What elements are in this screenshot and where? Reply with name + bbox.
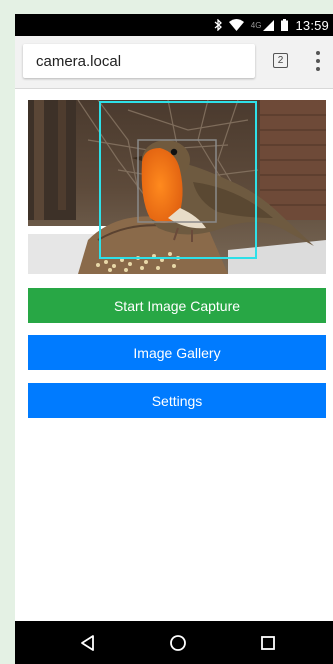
system-nav-bar (15, 621, 333, 664)
network-type-label: 4G (250, 20, 262, 30)
back-icon[interactable] (74, 629, 102, 657)
camera-preview-image (28, 100, 326, 274)
camera-preview (28, 100, 326, 274)
home-icon[interactable] (164, 629, 192, 657)
browser-toolbar: camera.local 2 (15, 36, 333, 89)
start-image-capture-button[interactable]: Start Image Capture (28, 288, 326, 323)
overflow-menu-icon[interactable] (313, 51, 323, 71)
phone-screen: 4G 13:59 camera.local 2 Start Image Capt… (15, 14, 333, 664)
recents-icon[interactable] (254, 629, 282, 657)
status-bar: 4G 13:59 (15, 14, 333, 36)
signal-icon (263, 19, 275, 31)
battery-icon (281, 19, 289, 31)
image-gallery-button[interactable]: Image Gallery (28, 335, 326, 370)
tab-switcher-icon[interactable]: 2 (273, 53, 288, 68)
url-text: camera.local (36, 52, 122, 70)
tab-count: 2 (277, 55, 284, 66)
settings-button[interactable]: Settings (28, 383, 326, 418)
wifi-icon (228, 19, 244, 31)
bluetooth-icon (214, 19, 222, 31)
url-bar[interactable]: camera.local (23, 44, 255, 78)
status-time: 13:59 (295, 17, 329, 33)
page-content: Start Image Capture Image Gallery Settin… (15, 89, 333, 621)
